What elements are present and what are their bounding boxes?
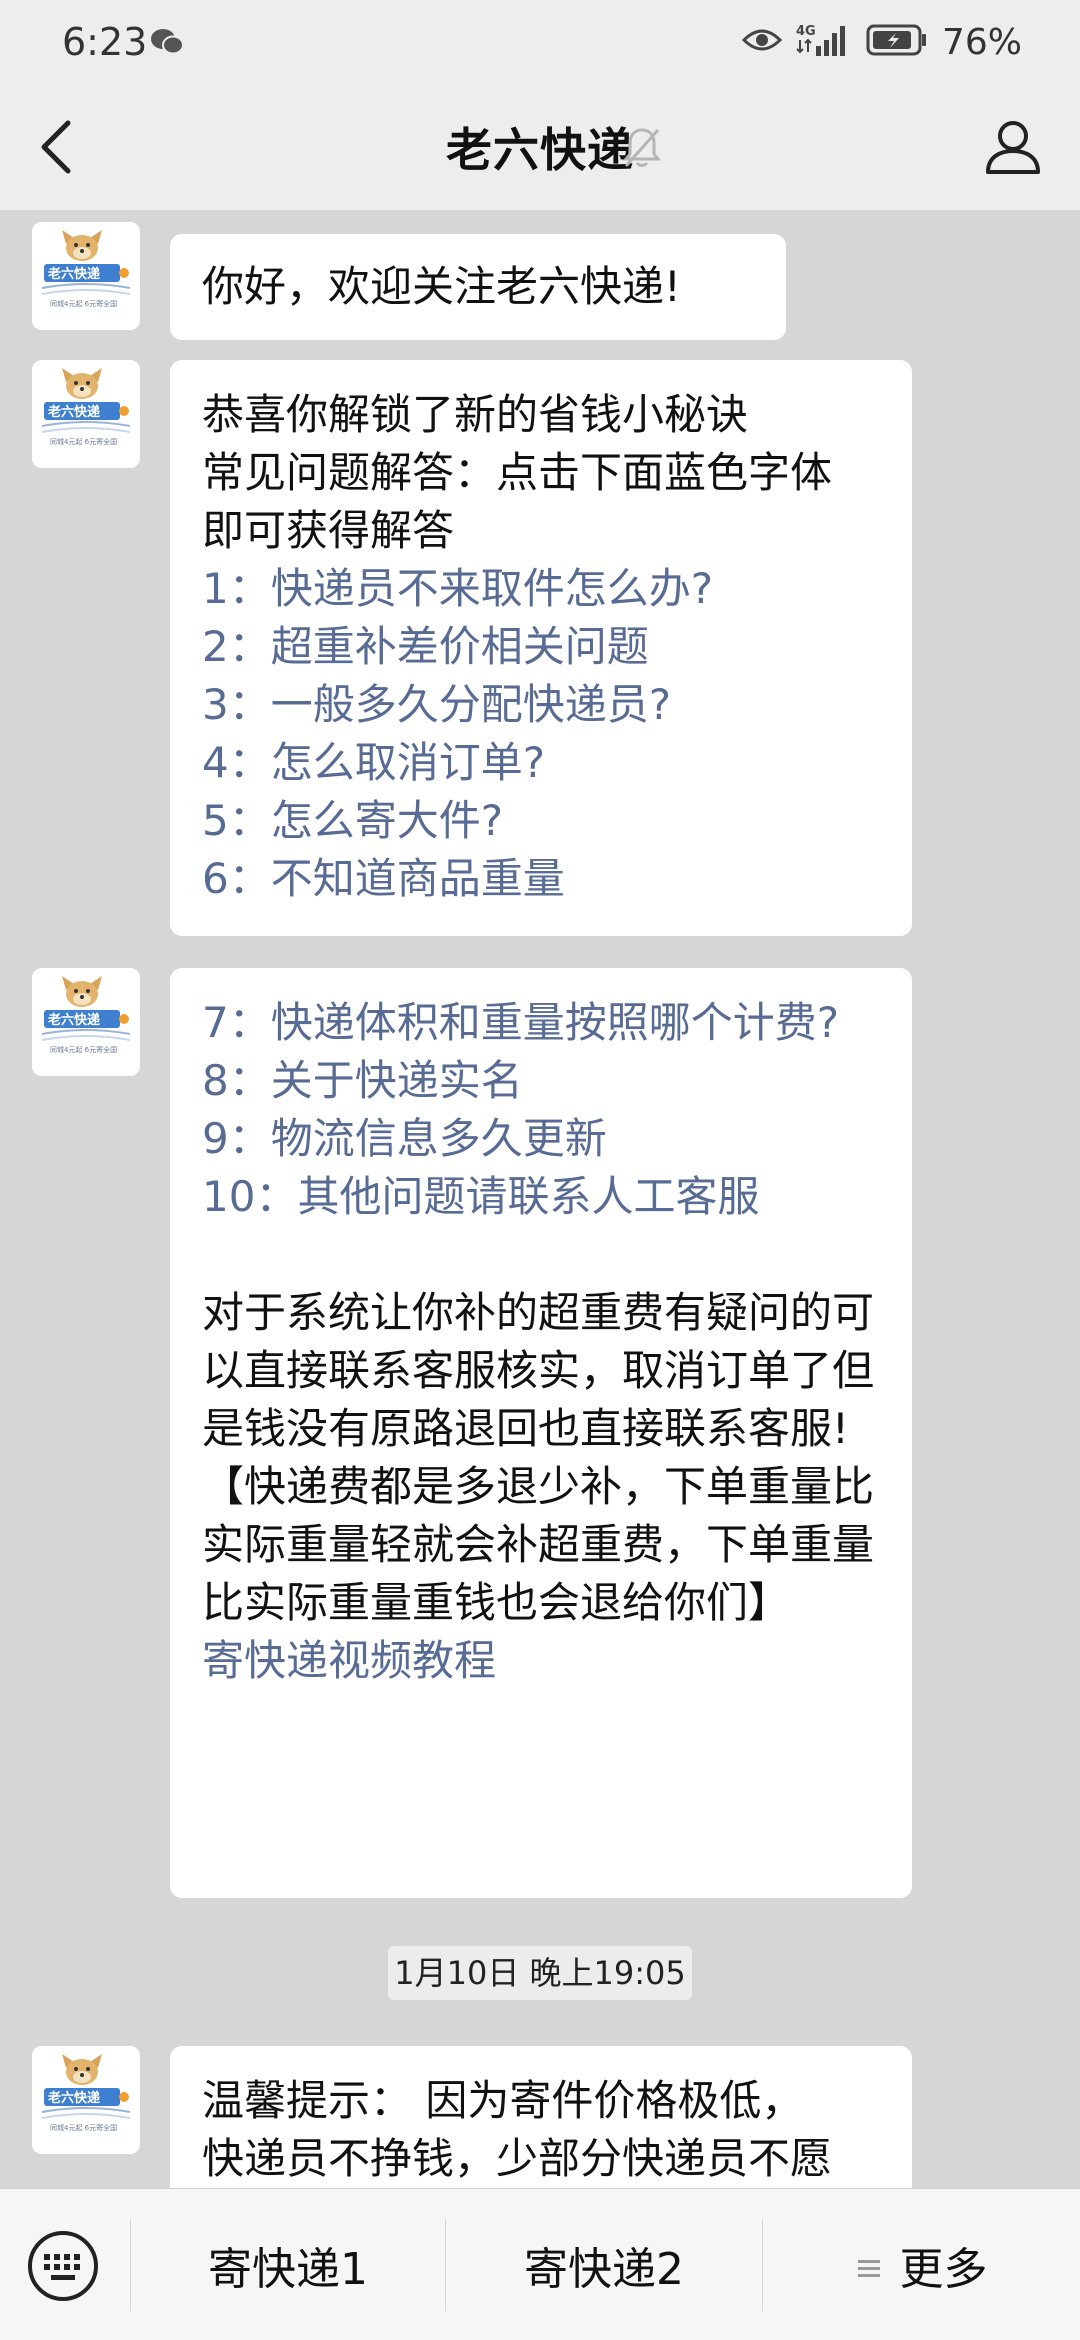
menu-item-send-express-1[interactable]: 寄快递1 — [131, 2189, 445, 2340]
logo-avatar-image: 老六快递 同城4元起 6元寄全国 — [32, 222, 140, 330]
faq-link[interactable]: 3：一般多久分配快递员? — [202, 676, 880, 734]
message-text: 即可获得解答 — [202, 506, 455, 555]
menu-list-icon — [856, 2240, 882, 2291]
keyboard-toggle-button[interactable] — [26, 2229, 100, 2303]
battery-icon — [866, 24, 928, 60]
faq-link[interactable]: 9：物流信息多久更新 — [202, 1110, 880, 1168]
svg-text:同城4元起 6元寄全国: 同城4元起 6元寄全国 — [50, 1045, 117, 1054]
keyboard-icon — [28, 2231, 98, 2301]
svg-text:同城4元起 6元寄全国: 同城4元起 6元寄全国 — [50, 2123, 117, 2132]
battery-percentage: 76% — [941, 21, 1022, 63]
signal-4g-icon: 4G — [796, 22, 852, 62]
svg-text:老六快递: 老六快递 — [47, 266, 100, 282]
faq-link[interactable]: 7：快递体积和重量按照哪个计费? — [202, 994, 880, 1052]
status-time: 6:23 — [62, 20, 148, 64]
eye-comfort-icon — [741, 26, 783, 58]
chat-title: 老六快递 — [446, 123, 634, 177]
message-text: 你好，欢迎关注老六快递! — [202, 262, 681, 311]
status-bar: 6:23 4G 76% — [0, 0, 1080, 84]
message-bubble-tip[interactable]: 温馨提示： 因为寄件价格极低， 快递员不挣钱，少部分快递员不愿 — [170, 2046, 912, 2188]
menu-item-more-label: 更多 — [899, 2244, 988, 2295]
official-account-avatar[interactable]: 老六快递 同城4元起 6元寄全国 — [32, 360, 140, 468]
menu-item-more[interactable]: 更多 — [763, 2189, 1080, 2340]
logo-avatar-image: 老六快递 同城4元起 6元寄全国 — [32, 968, 140, 1076]
svg-text:老六快递: 老六快递 — [47, 404, 100, 420]
message-text: 常见问题解答：点击下面蓝色字体 — [202, 448, 833, 497]
svg-text:同城4元起 6元寄全国: 同城4元起 6元寄全国 — [50, 437, 117, 446]
message-text: 温馨提示： 因为寄件价格极低， — [202, 2076, 804, 2125]
message-text: 【快递费都是多退少补，下单重量比实际重量轻就会补超重费，下单重量比实际重量重钱也… — [202, 1462, 875, 1627]
official-account-menu-bar: 寄快递1 寄快递2 更多 — [0, 2188, 1080, 2340]
svg-text:4G: 4G — [796, 24, 816, 39]
message-text: 快递员不挣钱，少部分快递员不愿 — [202, 2134, 833, 2183]
faq-link[interactable]: 10：其他问题请联系人工客服 — [202, 1168, 880, 1226]
message-timestamp: 1月10日 晚上19:05 — [388, 1946, 692, 2000]
message-text: 对于系统让你补的超重费有疑问的可以直接联系客服核实，取消订单了但是钱没有原路退回… — [202, 1288, 875, 1453]
svg-text:老六快递: 老六快递 — [47, 2090, 100, 2106]
faq-link[interactable]: 6：不知道商品重量 — [202, 850, 880, 908]
faq-link[interactable]: 2：超重补差价相关问题 — [202, 618, 880, 676]
menu-item-send-express-2[interactable]: 寄快递2 — [446, 2189, 762, 2340]
user-profile-icon — [986, 121, 1040, 174]
svg-text:老六快递: 老六快递 — [47, 1012, 100, 1028]
logo-avatar-image: 老六快递 同城4元起 6元寄全国 — [32, 2046, 140, 2154]
svg-text:同城4元起 6元寄全国: 同城4元起 6元寄全国 — [50, 299, 117, 308]
faq-link[interactable]: 5：怎么寄大件? — [202, 792, 880, 850]
message-text: 恭喜你解锁了新的省钱小秘诀 — [202, 390, 749, 439]
chat-header: 老六快递 — [0, 84, 1080, 211]
official-account-avatar[interactable]: 老六快递 同城4元起 6元寄全国 — [32, 968, 140, 1076]
wechat-notification-icon — [150, 28, 184, 56]
message-bubble-faq[interactable]: 恭喜你解锁了新的省钱小秘诀 常见问题解答：点击下面蓝色字体 即可获得解答 1：快… — [170, 360, 912, 936]
logo-avatar-image: 老六快递 同城4元起 6元寄全国 — [32, 360, 140, 468]
video-tutorial-link[interactable]: 寄快递视频教程 — [202, 1632, 880, 1690]
official-account-avatar[interactable]: 老六快递 同城4元起 6元寄全国 — [32, 222, 140, 330]
chat-message-list[interactable]: 老六快递 同城4元起 6元寄全国 你好，欢迎关注老六快递! 老六快递 同城4元起… — [0, 210, 1080, 2188]
faq-link[interactable]: 4：怎么取消订单? — [202, 734, 880, 792]
message-bubble-faq-more[interactable]: 7：快递体积和重量按照哪个计费? 8：关于快递实名 9：物流信息多久更新 10：… — [170, 968, 912, 1898]
faq-link[interactable]: 1：快递员不来取件怎么办? — [202, 560, 880, 618]
mute-notification-icon — [622, 126, 662, 170]
official-account-avatar[interactable]: 老六快递 同城4元起 6元寄全国 — [32, 2046, 140, 2154]
chat-profile-button[interactable] — [980, 114, 1046, 180]
message-bubble-welcome[interactable]: 你好，欢迎关注老六快递! — [170, 234, 786, 340]
faq-link[interactable]: 8：关于快递实名 — [202, 1052, 880, 1110]
